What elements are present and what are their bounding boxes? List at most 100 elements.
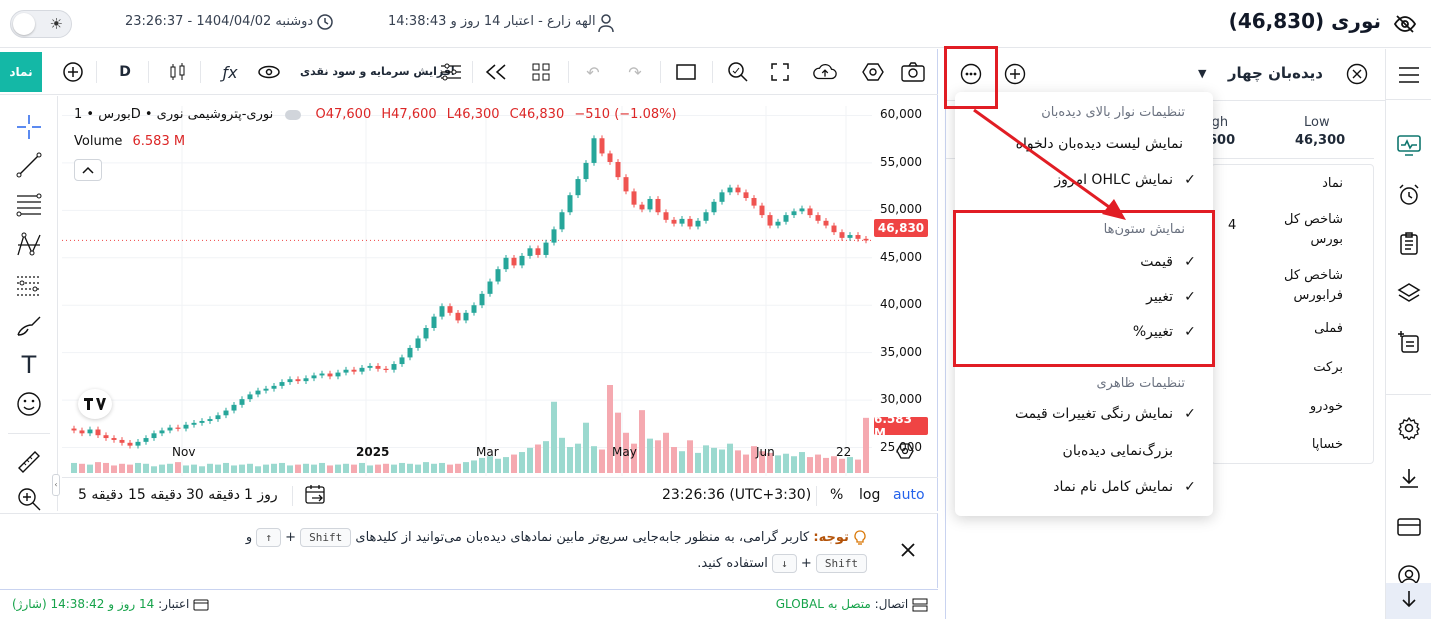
watchlist-title[interactable]: دیده‌بان چهار (1228, 64, 1323, 82)
cloud-upload-icon[interactable] (812, 59, 838, 85)
legend-toggle-button[interactable] (74, 159, 102, 181)
settings-hex-icon[interactable] (860, 59, 886, 85)
tf-30m[interactable]: 30 دقیقه (186, 487, 240, 503)
watchlist-row[interactable]: خودرو (1310, 399, 1343, 414)
volume-bar (695, 452, 701, 473)
close-icon[interactable] (900, 542, 916, 562)
candle-type-icon[interactable] (165, 59, 191, 85)
download-icon[interactable] (1394, 463, 1424, 493)
menu-item-zoom-watchlist[interactable]: بزرگ‌نمایی دیده‌بان (1063, 443, 1173, 459)
text-tool-icon[interactable]: T (13, 349, 45, 381)
interval-button[interactable]: D (112, 59, 138, 85)
trend-line-icon[interactable] (13, 149, 45, 181)
candle-body (759, 205, 765, 216)
candle-body (143, 438, 149, 442)
candle-body (631, 191, 637, 205)
scroll-down-button[interactable] (1386, 583, 1431, 619)
pattern-icon[interactable] (13, 229, 45, 261)
volume-bar (87, 464, 93, 473)
connection-status: اتصال: متصل به GLOBAL (776, 597, 928, 612)
legend-collapse-icon[interactable] (285, 109, 302, 120)
chart-monitor-icon[interactable] (1394, 131, 1424, 161)
capital-increase-label[interactable]: افزایش سرمایه و سود نقدی (300, 65, 455, 78)
candle-body (127, 442, 133, 446)
crosshair-icon[interactable] (13, 111, 45, 143)
collapse-toolbar-handle[interactable]: ‹ (52, 474, 60, 496)
volume-bar (599, 449, 605, 473)
price-chart[interactable] (62, 96, 938, 477)
clipboard-icon[interactable] (1394, 229, 1424, 259)
sliders-icon[interactable] (438, 59, 464, 85)
namad-button[interactable]: نماد (0, 52, 42, 92)
chevron-down-icon[interactable]: ▼ (1198, 67, 1206, 80)
rectangle-icon[interactable] (673, 59, 699, 85)
plus-sign: + (285, 530, 296, 545)
gear-icon[interactable] (1394, 413, 1424, 443)
top-bar: ☀ دوشنبه 1404/04/02 - 23:26:37 الهه زارع… (0, 0, 1431, 48)
percent-scale[interactable]: % (830, 487, 843, 503)
volume-bar (127, 464, 133, 473)
volume-bar (263, 464, 269, 473)
candle-body (647, 198, 653, 210)
hamburger-icon[interactable] (1394, 60, 1424, 90)
alarm-clock-icon[interactable] (1394, 180, 1424, 210)
tf-15m[interactable]: 15 دقیقه (128, 487, 182, 503)
rewind-icon[interactable] (483, 59, 509, 85)
time-display[interactable]: 23:26:36 (UTC+3:30) (662, 487, 811, 503)
camera-icon[interactable] (900, 59, 926, 85)
zoom-search-icon[interactable] (725, 59, 751, 85)
close-watchlist-icon[interactable] (1346, 63, 1368, 89)
volume-bar (167, 463, 173, 473)
watchlist-row[interactable]: برکت (1313, 360, 1343, 375)
function-icon[interactable]: ƒx (217, 59, 243, 85)
volume-bar (383, 463, 389, 473)
watchlist-row[interactable]: فملی (1314, 321, 1343, 336)
candle-body (503, 257, 509, 270)
tf-5m[interactable]: 5 دقیقه (78, 487, 123, 503)
divider (1386, 394, 1431, 395)
zoom-in-icon[interactable] (13, 483, 45, 515)
undo-icon[interactable]: ↶ (580, 59, 606, 85)
redo-icon[interactable]: ↷ (622, 59, 648, 85)
volume-bar (775, 455, 781, 473)
connection-label: اتصال: (874, 597, 909, 611)
chevron-up-icon (82, 163, 94, 178)
add-list-icon[interactable] (1394, 327, 1424, 357)
forecast-icon[interactable] (13, 269, 45, 301)
volume-bar (319, 462, 325, 473)
watchlist-row[interactable]: خساپا (1312, 437, 1343, 452)
ruler-icon[interactable] (13, 446, 45, 478)
menu-item-color-changes[interactable]: ✓ نمایش رنگی تغییرات قیمت (1015, 406, 1197, 422)
layout-grid-icon[interactable] (528, 59, 554, 85)
emoji-icon[interactable] (13, 388, 45, 420)
tf-1d[interactable]: 1 روز (244, 487, 278, 503)
candle-body (271, 385, 277, 389)
add-watchlist-icon[interactable] (1004, 63, 1026, 89)
menu-item-full-name[interactable]: ✓ نمایش کامل نام نماد (1053, 479, 1197, 495)
candle-body (407, 347, 413, 358)
credit-card-icon[interactable] (1394, 512, 1424, 542)
eye-off-icon[interactable] (1393, 12, 1417, 36)
y-tick-label: 35,000 (880, 344, 922, 359)
volume-bar (311, 464, 317, 473)
log-scale[interactable]: log (859, 487, 880, 503)
fullscreen-icon[interactable] (767, 59, 793, 85)
watchlist-row[interactable]: شاخص کل بورس (1271, 210, 1343, 250)
chart-settings-icon[interactable] (896, 442, 914, 464)
x-tick-label: Jun (756, 445, 775, 459)
layers-icon[interactable] (1394, 278, 1424, 308)
brush-icon[interactable] (13, 309, 45, 341)
candle-body (175, 427, 181, 429)
volume-bar (287, 465, 293, 473)
date-range-icon[interactable] (304, 484, 328, 510)
candle-body (255, 390, 261, 395)
volume-bar (815, 454, 821, 473)
watchlist-row[interactable]: شاخص کل فرابورس (1271, 266, 1343, 306)
x-tick-label: 22 (836, 445, 852, 459)
candle-body (351, 369, 357, 372)
fib-lines-icon[interactable] (13, 189, 45, 221)
add-indicator-icon[interactable] (60, 59, 86, 85)
theme-toggle[interactable]: ☀ (10, 10, 72, 38)
auto-scale[interactable]: auto (893, 487, 925, 503)
eye-icon[interactable] (256, 59, 282, 85)
